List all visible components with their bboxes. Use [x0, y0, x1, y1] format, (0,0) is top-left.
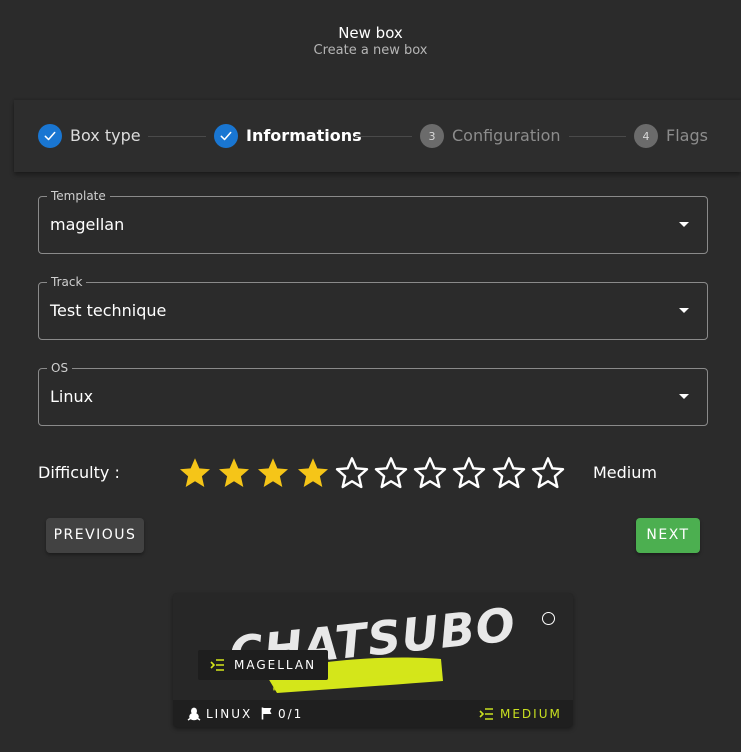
star-filled-icon[interactable]	[177, 455, 213, 491]
star-filled-icon[interactable]	[295, 455, 331, 491]
difficulty-icon	[479, 707, 493, 720]
star-outline-icon[interactable]	[412, 455, 448, 491]
difficulty-rating[interactable]	[177, 455, 569, 491]
template-icon	[210, 659, 224, 671]
template-value: magellan	[50, 215, 125, 234]
select-radio[interactable]	[542, 612, 555, 625]
check-icon	[214, 124, 238, 148]
star-outline-icon[interactable]	[334, 455, 370, 491]
os-select[interactable]: OS Linux	[38, 361, 708, 426]
step-informations[interactable]: Informations	[214, 124, 362, 148]
os-text: LINUX	[206, 706, 253, 721]
previous-button[interactable]: PREVIOUS	[46, 518, 144, 553]
next-button[interactable]: NEXT	[636, 518, 700, 553]
box-preview-card[interactable]: CHATSUBO MAGELLAN LINUX 0/1 MEDIUM	[173, 593, 573, 727]
step-label: Informations	[246, 126, 362, 145]
difficulty-info: MEDIUM	[479, 700, 562, 727]
step-number: 3	[420, 124, 444, 148]
stepper: Box type Informations 3 Configuration 4 …	[14, 100, 741, 172]
step-number: 4	[634, 124, 658, 148]
dropdown-arrow-icon	[679, 394, 689, 399]
step-label: Flags	[666, 126, 708, 145]
step-label: Configuration	[452, 126, 561, 145]
flags-info: 0/1	[261, 700, 303, 727]
star-outline-icon[interactable]	[373, 455, 409, 491]
os-value: Linux	[50, 387, 94, 406]
star-outline-icon[interactable]	[451, 455, 487, 491]
template-chip-text: MAGELLAN	[234, 658, 317, 672]
track-label: Track	[47, 275, 87, 289]
difficulty-label: Difficulty :	[38, 463, 120, 482]
template-label: Template	[47, 189, 110, 203]
os-info: LINUX	[187, 700, 252, 727]
step-connector	[148, 136, 206, 137]
step-configuration[interactable]: 3 Configuration	[420, 124, 561, 148]
star-filled-icon[interactable]	[255, 455, 291, 491]
step-flags[interactable]: 4 Flags	[634, 124, 708, 148]
page-subtitle: Create a new box	[313, 43, 428, 58]
template-select[interactable]: Template magellan	[38, 189, 708, 254]
track-value: Test technique	[50, 301, 167, 320]
os-label: OS	[47, 361, 73, 375]
dropdown-arrow-icon	[679, 308, 689, 313]
card-footer: LINUX 0/1 MEDIUM	[173, 700, 573, 727]
difficulty-badge-text: MEDIUM	[500, 706, 562, 721]
star-outline-icon[interactable]	[491, 455, 527, 491]
linux-icon	[187, 707, 201, 721]
step-connector	[569, 136, 626, 137]
step-connector	[355, 136, 412, 137]
dropdown-arrow-icon	[679, 222, 689, 227]
star-outline-icon[interactable]	[530, 455, 566, 491]
page-header: New box Create a new box	[0, 24, 741, 59]
step-box-type[interactable]: Box type	[38, 124, 141, 148]
box-banner-image: CHATSUBO	[173, 593, 573, 700]
flags-count: 0/1	[278, 706, 304, 721]
page-title: New box	[338, 24, 403, 42]
flag-icon	[261, 707, 272, 720]
track-select[interactable]: Track Test technique	[38, 275, 708, 340]
template-chip: MAGELLAN	[198, 650, 328, 680]
star-filled-icon[interactable]	[216, 455, 252, 491]
difficulty-text: Medium	[593, 463, 657, 482]
check-icon	[38, 124, 62, 148]
step-label: Box type	[70, 126, 141, 145]
